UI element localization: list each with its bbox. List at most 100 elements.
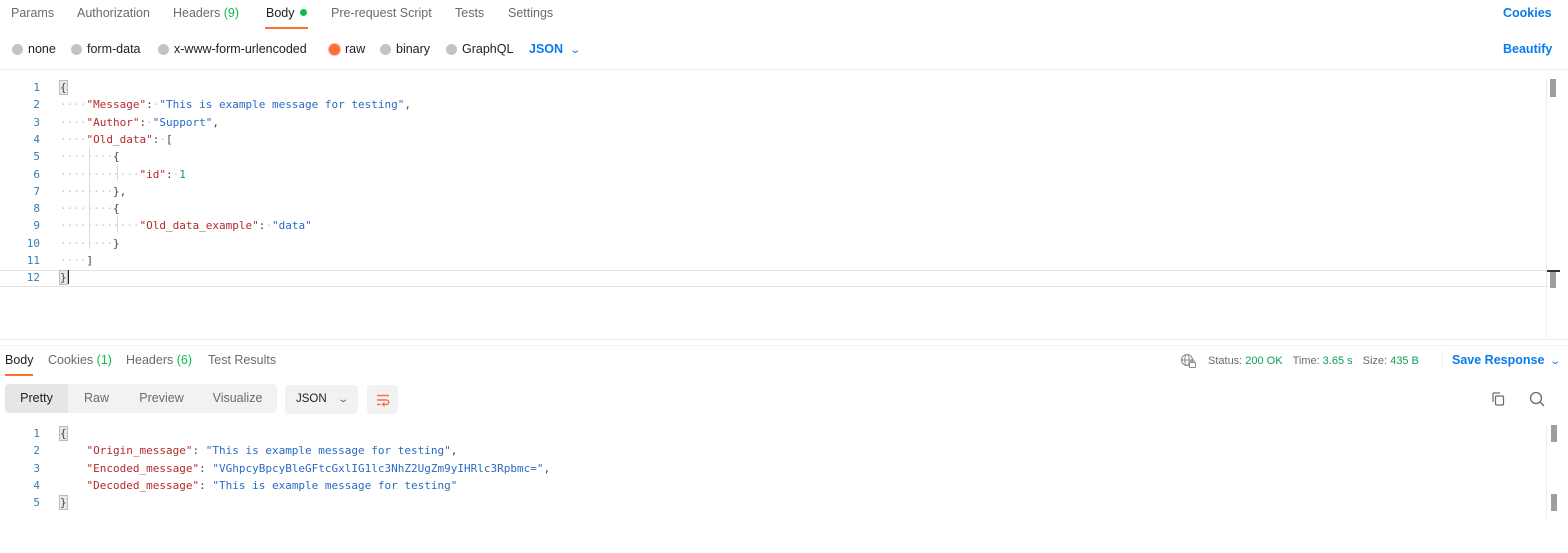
save-response-button[interactable]: Save Response ⌄ [1452,353,1561,367]
tab-headers[interactable]: Headers (9) [173,6,239,20]
json-comma: , [404,98,412,112]
code-content: { [59,425,68,442]
code-content: ····"Message":·"This is example message … [60,96,411,113]
body-language-select[interactable]: JSON ⌄ [529,42,582,56]
code-line: 10 ········} [0,235,1540,252]
radio-circle-icon [71,43,82,55]
line-number: 1 [33,427,40,440]
tab-params[interactable]: Params [11,6,54,20]
json-bracket: } [112,236,120,250]
beautify-link[interactable]: Beautify [1503,42,1552,56]
view-pretty-button[interactable]: Pretty [5,384,68,413]
code-line: 2 ····"Message":·"This is example message… [0,96,1540,113]
tab-tests[interactable]: Tests [455,6,484,20]
response-active-tab-indicator [5,374,33,376]
code-content: ············"id":·1 [60,166,186,183]
line-number: 3 [33,115,40,129]
response-tab-body[interactable]: Body [5,353,34,367]
line-number: 12 [26,271,40,285]
response-time[interactable]: Time: 3.65 s [1293,355,1353,367]
view-raw-button[interactable]: Raw [68,384,125,413]
response-size[interactable]: Size: 435 B [1363,355,1419,367]
wrap-lines-button[interactable] [367,385,398,414]
response-tab-cookies[interactable]: Cookies (1) [48,353,112,367]
tab-settings[interactable]: Settings [508,6,553,20]
code-content: ····] [60,252,93,269]
json-bracket: { [59,426,68,441]
json-string-value: "data" [271,219,312,233]
indent-whitespace: ········ [60,184,113,198]
radio-x-www-form-urlencoded[interactable]: x-www-form-urlencoded [158,42,307,56]
search-icon [1529,391,1545,407]
request-body-editor[interactable]: 1{2 ····"Message":·"This is example messa… [0,79,1568,339]
response-tab-test-results[interactable]: Test Results [208,353,276,367]
search-button[interactable] [1528,390,1546,408]
line-number: 11 [26,254,40,267]
cookies-link[interactable]: Cookies [1503,6,1552,20]
radio-circle-icon [12,43,23,55]
copy-button[interactable] [1489,390,1507,408]
radio-label: form-data [87,42,141,56]
view-preview-button[interactable]: Preview [125,384,198,413]
tab-headers-label: Headers [173,6,221,20]
tab-body-label: Body [266,6,295,20]
divider [1442,350,1443,370]
line-number: 8 [33,202,40,216]
network-globe-lock-icon[interactable] [1180,353,1198,369]
request-editor-scroll-thumb-marker[interactable] [1550,272,1556,288]
tab-authorization[interactable]: Authorization [77,6,150,20]
divider [0,339,1568,340]
indent-whitespace: ········ [60,236,113,250]
radio-circle-icon [158,43,169,55]
response-body-viewer[interactable]: 1{2 "Origin_message": "This is example m… [0,425,1568,520]
radio-raw[interactable]: raw [329,42,365,56]
response-tab-cookies-count: (1) [96,353,112,367]
code-content: ········{ [60,200,120,217]
radio-binary[interactable]: binary [380,42,430,56]
json-comma: , [450,444,458,458]
code-line: 3 ····"Author":·"Support", [0,114,1540,131]
json-bracket: { [112,202,120,216]
chevron-down-icon: ⌄ [569,45,582,56]
indent-whitespace: ············ [60,219,140,233]
radio-circle-icon [446,43,457,55]
code-content: ············"Old_data_example":·"data" [60,217,312,234]
json-string-value: "Support" [152,115,213,129]
line-number: 4 [33,132,40,146]
indent-whitespace: ············ [60,167,140,181]
radio-graphql[interactable]: GraphQL [446,42,513,56]
response-tab-headers[interactable]: Headers (6) [126,353,192,367]
size-value: 435 B [1390,355,1419,367]
code-content: ········} [60,235,120,252]
json-space: · [159,132,166,146]
response-viewer-scroll-thumb-marker[interactable] [1551,494,1557,511]
view-visualize-button[interactable]: Visualize [198,384,277,413]
radio-none[interactable]: none [12,42,56,56]
code-line: 1{ [0,425,1540,442]
json-space [199,444,206,457]
json-colon: : [199,461,206,475]
radio-label: GraphQL [462,42,514,56]
code-line: 5} [0,494,1540,511]
json-key: "Old_data" [86,132,153,146]
json-comma: , [543,461,551,475]
request-editor-scroll-thumb[interactable] [1550,79,1556,97]
radio-label: raw [345,42,366,56]
line-number: 9 [33,219,40,233]
response-tab-headers-label: Headers [126,353,174,367]
response-format-select[interactable]: JSON ⌄ [285,385,358,414]
code-content: { [59,79,68,96]
response-viewer-scroll-thumb[interactable] [1551,425,1557,442]
status-label: Status: [1208,355,1243,367]
json-key: "Message" [86,98,147,112]
code-content: } [59,269,69,286]
tab-body[interactable]: Body [266,6,307,20]
radio-form-data[interactable]: form-data [71,42,141,56]
status-code[interactable]: Status: 200 OK [1208,355,1283,367]
status-value: 200 OK [1245,355,1283,367]
json-bracket: } [59,270,68,286]
request-tabs: Params Authorization Headers (9) Body Pr… [0,0,1568,32]
tab-pre-request-script[interactable]: Pre-request Script [331,6,432,20]
